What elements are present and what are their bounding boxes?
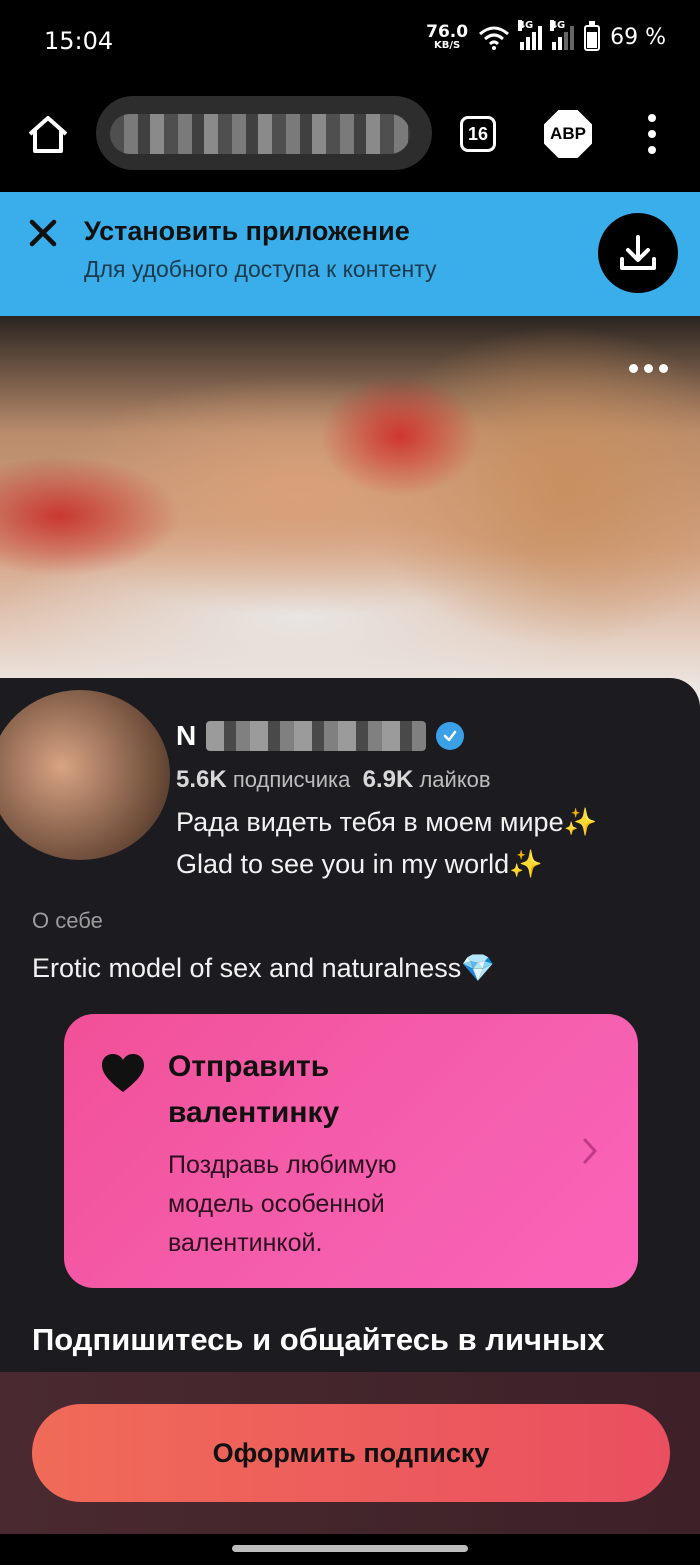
heart-icon [102,1054,144,1092]
download-button[interactable] [598,213,678,293]
signal-1-tag: 4G [518,19,534,31]
signal-2-icon: 4G [550,19,575,50]
adblock-button[interactable]: ABP [544,110,592,158]
status-time: 15:04 [44,27,114,55]
url-redacted [110,114,410,154]
likes-label: лайков [419,767,491,792]
network-speed-value: 76.0 [426,22,469,42]
verified-icon [436,722,465,750]
about-label: О себе [32,908,103,933]
greeting-ru: Рада видеть тебя в моем мире✨ [176,807,598,837]
profile-name: N [176,720,465,752]
profile-name-initial: N [176,720,197,751]
send-valentine-card[interactable]: Отправить валентинку Поздравь любимую мо… [64,1014,638,1288]
subscribe-button[interactable]: Оформить подписку [32,1404,670,1502]
status-icons: 76.0 KB/S 4G 4G 69 % [426,19,666,51]
install-app-banner: Установить приложение Для удобного досту… [0,192,700,316]
signal-2-tag: 4G [550,19,566,31]
valentine-subtitle: Поздравь любимую модель особенной валент… [168,1151,397,1257]
cover-more-icon[interactable] [629,364,668,373]
network-speed-unit: KB/S [434,40,461,51]
signal-1-icon: 4G [518,19,543,50]
profile-name-redacted [206,721,427,751]
likes-count: 6.9K [362,766,414,793]
home-icon[interactable] [24,110,72,158]
chevron-right-icon [583,1138,597,1164]
battery-icon [584,20,601,51]
banner-title: Установить приложение [84,216,410,246]
subscribers-label: подписчика [232,767,351,792]
url-bar[interactable] [96,96,432,170]
tabs-button[interactable]: 16 [460,116,496,152]
browser-toolbar: 16 ABP [0,84,700,192]
gesture-bar [0,1534,700,1565]
about-text: Erotic model of sex and naturalness💎 [32,953,495,983]
status-bar: 15:04 76.0 KB/S 4G 4G 69 % [0,0,700,84]
network-speed: 76.0 KB/S [426,24,468,51]
greeting-en: Glad to see you in my world✨ [176,849,543,879]
wifi-icon [479,26,510,50]
profile-stats: 5.6K подписчика 6.9K лайков [176,766,491,794]
download-icon [620,235,656,270]
home-gesture-handle[interactable] [232,1545,468,1552]
subscribe-bar: Оформить подписку [0,1372,700,1534]
battery-percent: 69 % [610,25,666,50]
subscribe-heading: Подпишитесь и общайтесь в личных [32,1322,605,1357]
subscribers-count: 5.6K [176,766,227,793]
more-menu-icon[interactable] [640,114,664,154]
battery-fill [587,32,598,48]
banner-subtitle: Для удобного доступа к контенту [84,256,437,282]
close-icon[interactable] [28,218,58,248]
profile-cover-image [0,316,700,706]
valentine-title: Отправить валентинку [168,1050,340,1129]
